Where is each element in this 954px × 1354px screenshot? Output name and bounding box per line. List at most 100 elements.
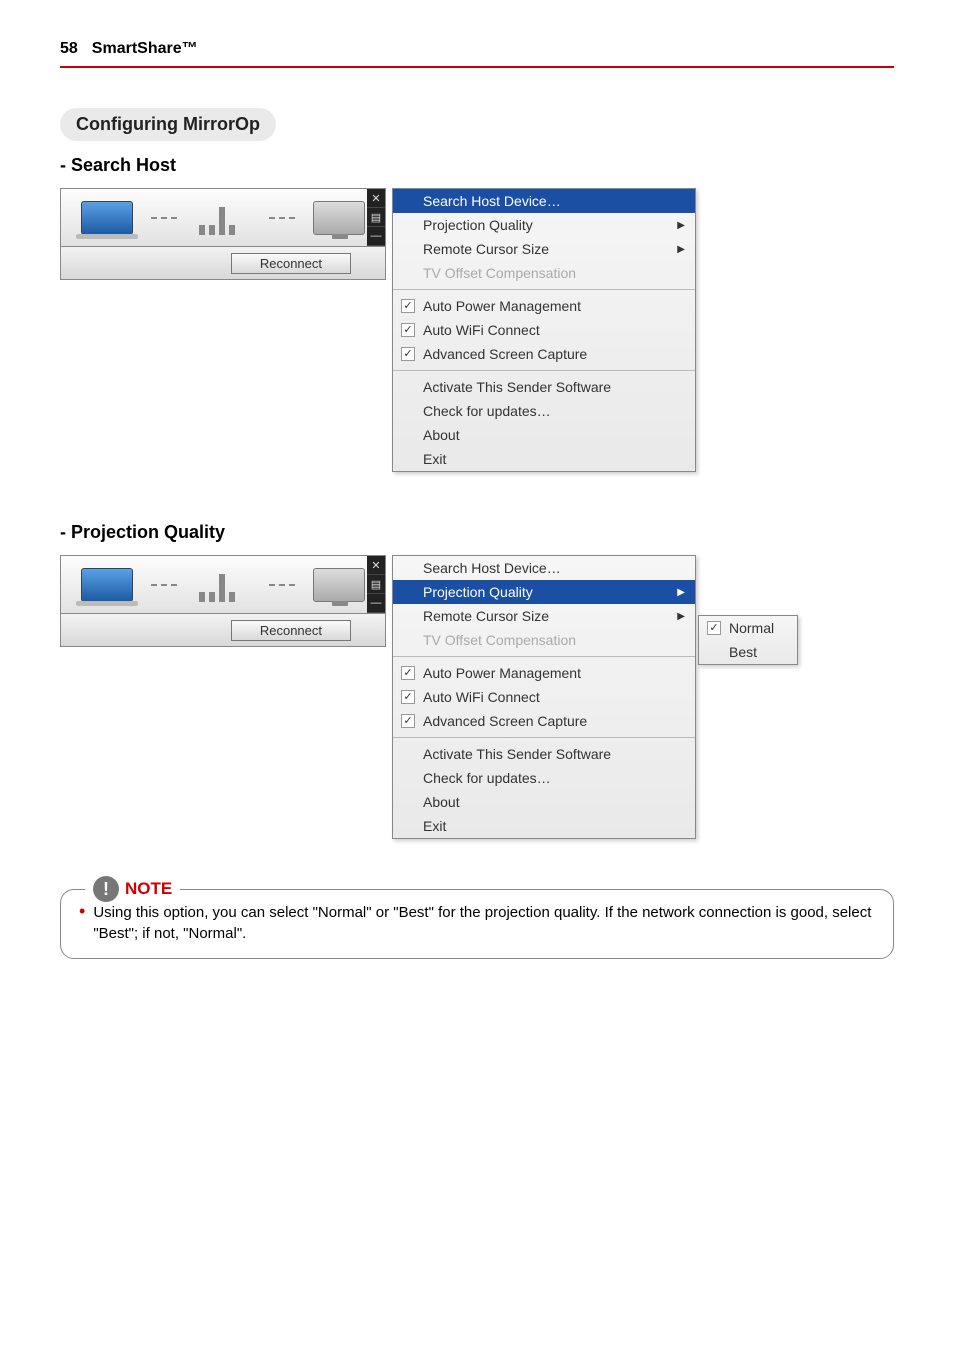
menu-item-label: Advanced Screen Capture <box>423 713 587 729</box>
mirrorop-sender-window: ✕ ▤ — Reconnect <box>60 555 386 647</box>
menu-button[interactable]: ▤ <box>367 575 385 594</box>
screenshot-search-host: ✕ ▤ — Reconnect Search Host Device… Proj… <box>60 188 894 472</box>
minimize-button[interactable]: — <box>367 594 385 613</box>
menu-auto-power[interactable]: ✓ Auto Power Management <box>393 294 695 318</box>
menu-item-label: Auto Power Management <box>423 298 581 314</box>
context-menu: Search Host Device… Projection Quality ▶… <box>392 188 696 472</box>
menu-activate[interactable]: Activate This Sender Software <box>393 742 695 766</box>
note-text: Using this option, you can select "Norma… <box>93 902 875 944</box>
menu-item-label: Check for updates… <box>423 770 551 786</box>
menu-advanced-capture[interactable]: ✓ Advanced Screen Capture <box>393 709 695 733</box>
sender-bottom-bar: Reconnect <box>60 613 386 647</box>
note-box: ! NOTE • Using this option, you can sele… <box>60 889 894 959</box>
menu-button[interactable]: ▤ <box>367 208 385 227</box>
submenu-arrow-icon: ▶ <box>677 244 685 255</box>
section-pill: Configuring MirrorOp <box>60 108 276 141</box>
subheading-projection-quality: - Projection Quality <box>60 522 894 543</box>
context-menu: Search Host Device… Projection Quality ▶… <box>392 555 696 839</box>
menu-advanced-capture[interactable]: ✓ Advanced Screen Capture <box>393 342 695 366</box>
submenu-arrow-icon: ▶ <box>677 587 685 598</box>
submenu-normal[interactable]: ✓ Normal <box>699 616 797 640</box>
sender-top-bar: ✕ ▤ — <box>60 555 386 613</box>
menu-item-label: Auto Power Management <box>423 665 581 681</box>
menu-remote-cursor[interactable]: Remote Cursor Size ▶ <box>393 237 695 261</box>
connection-dash-icon <box>151 217 177 219</box>
menu-item-label: Check for updates… <box>423 403 551 419</box>
menu-exit[interactable]: Exit <box>393 447 695 471</box>
menu-check-updates[interactable]: Check for updates… <box>393 399 695 423</box>
menu-about[interactable]: About <box>393 423 695 447</box>
menu-item-label: About <box>423 427 460 443</box>
check-icon: ✓ <box>401 299 415 313</box>
tv-icon <box>313 201 365 235</box>
menu-auto-power[interactable]: ✓ Auto Power Management <box>393 661 695 685</box>
menu-item-label: Search Host Device… <box>423 193 561 209</box>
check-icon: ✓ <box>707 621 721 635</box>
menu-exit[interactable]: Exit <box>393 814 695 838</box>
submenu-arrow-icon: ▶ <box>677 220 685 231</box>
reconnect-button[interactable]: Reconnect <box>231 620 351 641</box>
tv-icon <box>313 568 365 602</box>
menu-projection-quality[interactable]: Projection Quality ▶ <box>393 213 695 237</box>
signal-icon <box>195 201 251 235</box>
header-divider <box>60 66 894 68</box>
note-title: NOTE <box>125 879 172 899</box>
close-button[interactable]: ✕ <box>367 556 385 575</box>
menu-item-label: Auto WiFi Connect <box>423 689 540 705</box>
menu-tv-offset: TV Offset Compensation <box>393 261 695 285</box>
menu-projection-quality[interactable]: Projection Quality ▶ <box>393 580 695 604</box>
check-icon: ✓ <box>401 690 415 704</box>
menu-about[interactable]: About <box>393 790 695 814</box>
mirrorop-sender-window: ✕ ▤ — Reconnect <box>60 188 386 280</box>
connection-dash-icon <box>151 584 177 586</box>
menu-item-label: Exit <box>423 451 446 467</box>
menu-item-label: Remote Cursor Size <box>423 608 549 624</box>
menu-item-label: TV Offset Compensation <box>423 632 576 648</box>
screenshot-projection-quality: ✕ ▤ — Reconnect Search Host Device… Proj… <box>60 555 894 839</box>
minimize-button[interactable]: — <box>367 227 385 246</box>
menu-search-host[interactable]: Search Host Device… <box>393 556 695 580</box>
menu-item-label: TV Offset Compensation <box>423 265 576 281</box>
submenu-item-label: Best <box>729 644 757 660</box>
check-icon: ✓ <box>401 714 415 728</box>
menu-item-label: Activate This Sender Software <box>423 746 611 762</box>
menu-auto-wifi[interactable]: ✓ Auto WiFi Connect <box>393 685 695 709</box>
subheading-search-host: - Search Host <box>60 155 894 176</box>
sender-bottom-bar: Reconnect <box>60 246 386 280</box>
menu-separator <box>393 737 695 738</box>
connection-dash-icon <box>269 584 295 586</box>
page-number: 58 <box>60 40 78 58</box>
check-icon: ✓ <box>401 347 415 361</box>
menu-tv-offset: TV Offset Compensation <box>393 628 695 652</box>
menu-item-label: Exit <box>423 818 446 834</box>
close-button[interactable]: ✕ <box>367 189 385 208</box>
laptop-icon <box>81 201 133 235</box>
menu-check-updates[interactable]: Check for updates… <box>393 766 695 790</box>
menu-auto-wifi[interactable]: ✓ Auto WiFi Connect <box>393 318 695 342</box>
menu-item-label: Advanced Screen Capture <box>423 346 587 362</box>
signal-icon <box>195 568 251 602</box>
menu-search-host[interactable]: Search Host Device… <box>393 189 695 213</box>
menu-separator <box>393 370 695 371</box>
menu-item-label: Activate This Sender Software <box>423 379 611 395</box>
menu-activate[interactable]: Activate This Sender Software <box>393 375 695 399</box>
menu-item-label: Remote Cursor Size <box>423 241 549 257</box>
doc-title: SmartShare™ <box>92 40 198 58</box>
bullet-icon: • <box>79 902 85 944</box>
menu-item-label: Auto WiFi Connect <box>423 322 540 338</box>
sender-top-bar: ✕ ▤ — <box>60 188 386 246</box>
connection-dash-icon <box>269 217 295 219</box>
menu-remote-cursor[interactable]: Remote Cursor Size ▶ <box>393 604 695 628</box>
submenu-arrow-icon: ▶ <box>677 611 685 622</box>
check-icon: ✓ <box>401 323 415 337</box>
menu-item-label: Search Host Device… <box>423 560 561 576</box>
menu-item-label: Projection Quality <box>423 584 533 600</box>
submenu-best[interactable]: Best <box>699 640 797 664</box>
menu-item-label: Projection Quality <box>423 217 533 233</box>
menu-separator <box>393 289 695 290</box>
laptop-icon <box>81 568 133 602</box>
check-icon: ✓ <box>401 666 415 680</box>
menu-separator <box>393 656 695 657</box>
projection-quality-submenu: ✓ Normal Best <box>698 615 798 665</box>
reconnect-button[interactable]: Reconnect <box>231 253 351 274</box>
